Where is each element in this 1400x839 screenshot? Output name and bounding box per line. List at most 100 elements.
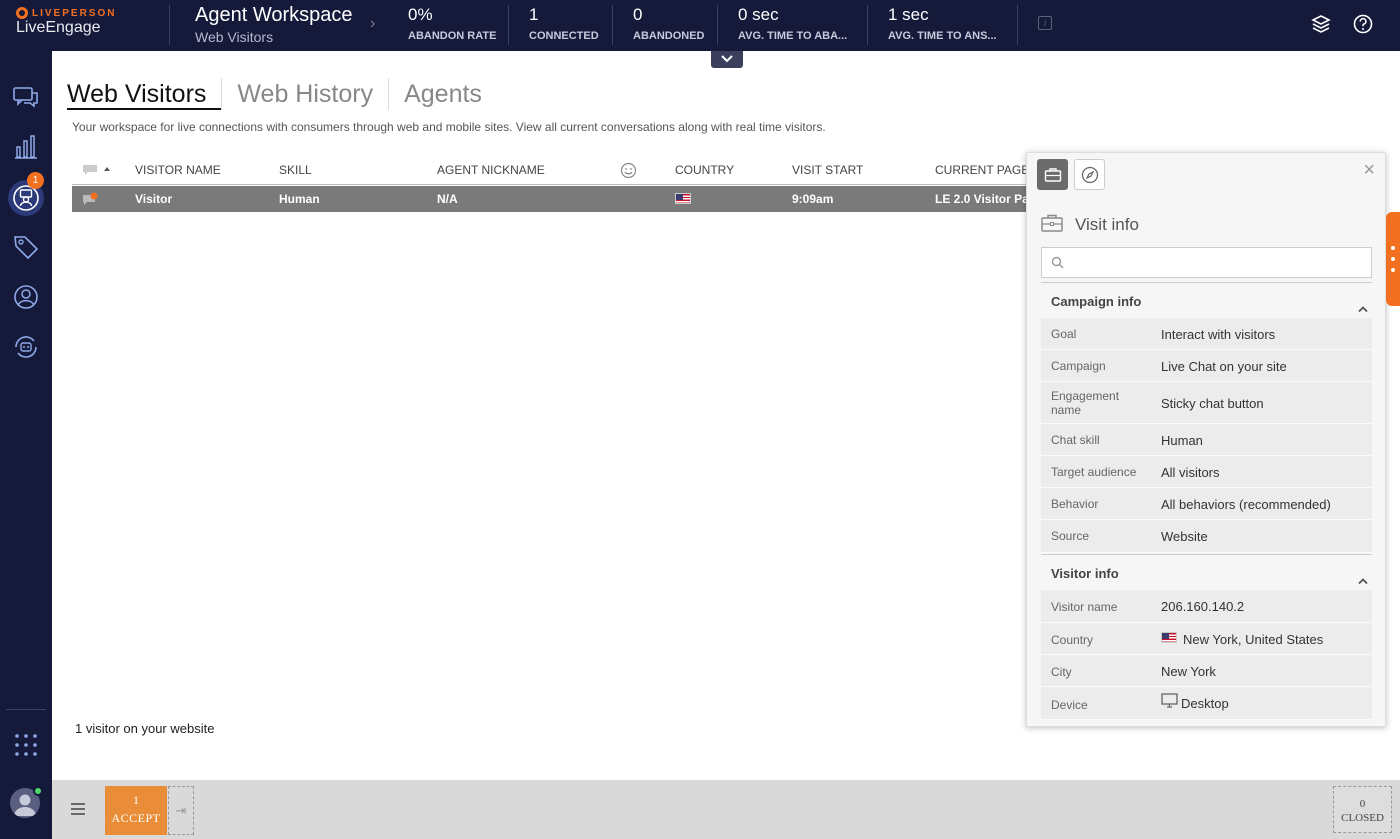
sort-ascending-icon[interactable] [103, 166, 111, 172]
layers-icon[interactable] [1310, 13, 1332, 35]
us-flag-icon [675, 193, 691, 204]
liveperson-logo-icon [16, 7, 28, 19]
metric-avg-time-to-answer[interactable]: 1 sec AVG. TIME TO ANS... [888, 5, 997, 42]
info-icon[interactable]: i [1038, 16, 1052, 30]
search-input[interactable] [1070, 253, 1360, 273]
panel-title: Visit info [1075, 215, 1139, 234]
column-visitor-name[interactable]: VISITOR NAME [135, 163, 221, 177]
info-key: Device [1051, 698, 1088, 712]
metric-value: 0 [633, 5, 643, 24]
workspace-selector[interactable]: Agent Workspace Web Visitors [195, 4, 353, 45]
table-row[interactable]: Visitor Human N/A 9:09am LE 2.0 Visitor … [72, 186, 1043, 212]
info-row: Country New York, United States [1041, 623, 1372, 655]
side-panel-handle[interactable] [1386, 212, 1400, 306]
info-row: Device Desktop [1041, 687, 1372, 720]
metric-value: 0 sec [738, 5, 779, 24]
section-divider [1041, 282, 1372, 283]
collapse-header-button[interactable] [711, 51, 743, 68]
metric-label: AVG. TIME TO ABA... [738, 30, 848, 42]
accept-button[interactable]: 1 ACCEPT [105, 786, 167, 835]
column-agent-nickname[interactable]: AGENT NICKNAME [437, 163, 545, 177]
metric-label: AVG. TIME TO ANS... [888, 30, 997, 42]
briefcase-icon [1044, 168, 1062, 182]
divider [1017, 5, 1018, 45]
info-value: New York [1161, 664, 1216, 679]
help-icon[interactable] [1352, 13, 1374, 35]
visit-start-cell: 9:09am [792, 192, 834, 206]
metric-avg-time-to-abandon[interactable]: 0 sec AVG. TIME TO ABA... [738, 5, 847, 42]
closed-conversations-button[interactable]: 0 CLOSED [1333, 786, 1392, 833]
column-current-page[interactable]: CURRENT PAGE [935, 163, 1029, 177]
chat-status-icon[interactable] [82, 164, 98, 176]
bot-automation-icon[interactable] [12, 333, 40, 361]
info-key: Chat skill [1051, 433, 1100, 447]
info-row: Goal Interact with visitors [1041, 318, 1372, 350]
chevron-right-icon[interactable]: › [370, 15, 375, 33]
brand-logo: LIVEPERSON LiveEngage [16, 7, 116, 37]
bottom-bar: 1 ACCEPT ⇥ 0 CLOSED [52, 780, 1400, 839]
divider [612, 5, 613, 45]
analytics-icon[interactable] [12, 133, 40, 161]
menu-icon[interactable] [70, 802, 86, 816]
us-flag-icon [1161, 632, 1177, 643]
metric-abandon-rate[interactable]: 0% ABANDON RATE [408, 5, 496, 42]
info-row: City New York [1041, 655, 1372, 687]
info-key: Behavior [1051, 497, 1099, 511]
info-key: Source [1051, 529, 1090, 543]
page-description: Your workspace for live connections with… [72, 120, 826, 134]
close-icon[interactable]: × [1363, 159, 1375, 182]
skip-to-end-icon[interactable]: ⇥ [168, 786, 194, 835]
tab-web-visitors[interactable]: Web Visitors [67, 78, 222, 110]
divider [169, 5, 170, 45]
info-key: Engagement name [1051, 389, 1120, 417]
divider [508, 5, 509, 45]
panel-search [1041, 247, 1372, 278]
top-bar: LIVEPERSON LiveEngage Agent Workspace We… [0, 0, 1400, 51]
info-row: Engagement name Sticky chat button [1041, 382, 1372, 424]
workspace-title: Agent Workspace [195, 4, 353, 26]
online-status-dot [33, 786, 43, 796]
metric-label: CONNECTED [529, 30, 599, 42]
info-row: Behavior All behaviors (recommended) [1041, 488, 1372, 520]
briefcase-icon [1041, 214, 1063, 232]
desktop-icon [1161, 693, 1178, 708]
closed-count: 0 [1359, 798, 1366, 810]
chevron-up-icon[interactable] [1357, 577, 1369, 585]
visitor-info-heading[interactable]: Visitor info [1051, 566, 1119, 581]
info-value: 206.160.140.2 [1161, 599, 1245, 614]
users-icon[interactable] [12, 283, 40, 311]
campaign-info-heading[interactable]: Campaign info [1051, 294, 1141, 309]
table-header-divider [72, 184, 1032, 185]
section-divider [1041, 554, 1372, 555]
sentiment-smiley-icon[interactable] [620, 162, 637, 179]
notification-badge: 1 [27, 172, 44, 189]
tab-navigation[interactable] [1074, 159, 1105, 190]
tag-icon[interactable] [12, 233, 40, 261]
info-row: Target audience All visitors [1041, 456, 1372, 488]
info-key: Target audience [1051, 465, 1137, 479]
info-value: Sticky chat button [1161, 396, 1264, 411]
brand-top-text: LIVEPERSON [32, 7, 117, 19]
info-key: City [1051, 665, 1072, 679]
metric-label: ABANDON RATE [408, 30, 497, 42]
column-skill[interactable]: SKILL [279, 163, 312, 177]
workspace-subtitle: Web Visitors [195, 29, 274, 45]
metric-abandoned[interactable]: 0 ABANDONED [633, 5, 705, 42]
tab-web-history[interactable]: Web History [221, 78, 388, 110]
tab-agents[interactable]: Agents [388, 78, 497, 110]
info-value: Human [1161, 433, 1203, 448]
visit-info-panel: × Visit info Campaign info Goal Interact… [1026, 152, 1386, 727]
rail-divider [6, 709, 46, 710]
info-value: Live Chat on your site [1161, 359, 1287, 374]
brand-name: LiveEngage [16, 19, 101, 36]
info-value: New York, United States [1183, 632, 1324, 647]
metric-connected[interactable]: 1 CONNECTED [529, 5, 599, 42]
column-visit-start[interactable]: VISIT START [792, 163, 863, 177]
metric-value: 1 sec [888, 5, 929, 24]
tab-visit-info[interactable] [1037, 159, 1068, 190]
chevron-up-icon[interactable] [1357, 305, 1369, 313]
metric-value: 0% [408, 5, 433, 24]
apps-grid-icon[interactable] [12, 731, 40, 759]
conversations-icon[interactable] [12, 83, 40, 111]
column-country[interactable]: COUNTRY [675, 163, 734, 177]
